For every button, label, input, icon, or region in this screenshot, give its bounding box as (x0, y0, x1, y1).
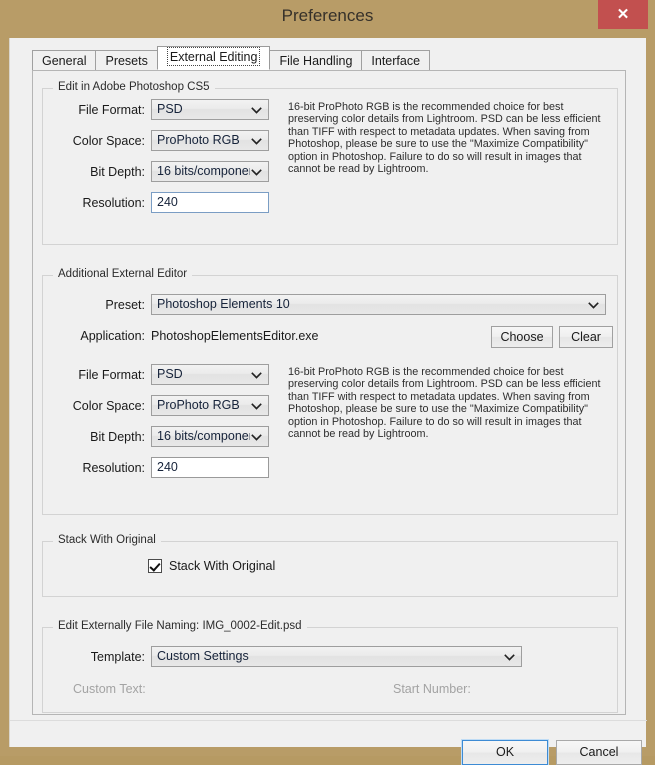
choose-button[interactable]: Choose (491, 326, 553, 348)
primary-bit-depth-value: 16 bits/component (157, 164, 250, 178)
chevron-down-icon (251, 137, 262, 145)
chevron-down-icon (588, 301, 599, 309)
window-titlebar: Preferences ✕ (0, 0, 655, 38)
chevron-down-icon (251, 433, 262, 441)
tab-page-external-editing: Edit in Adobe Photoshop CS5 File Format:… (32, 70, 626, 715)
additional-file-format-value: PSD (157, 367, 183, 381)
window-title: Preferences (281, 6, 374, 25)
start-number-label: Start Number: (393, 682, 471, 696)
tab-external-editing[interactable]: External Editing (156, 46, 271, 70)
primary-resolution-input[interactable]: 240 (151, 192, 269, 213)
additional-color-space-combo[interactable]: ProPhoto RGB (151, 395, 269, 416)
template-value: Custom Settings (157, 649, 249, 663)
primary-color-space-combo[interactable]: ProPhoto RGB (151, 130, 269, 151)
additional-file-format-combo[interactable]: PSD (151, 364, 269, 385)
additional-resolution-input[interactable]: 240 (151, 457, 269, 478)
clear-button[interactable]: Clear (559, 326, 613, 348)
chevron-down-icon (251, 106, 262, 114)
custom-text-label: Custom Text: (73, 682, 146, 696)
additional-preset-combo[interactable]: Photoshop Elements 10 (151, 294, 606, 315)
ok-button[interactable]: OK (461, 739, 549, 765)
additional-resolution-label: Resolution: (82, 461, 145, 475)
cancel-button[interactable]: Cancel (556, 740, 642, 765)
dialog-client-area: General Presets External Editing File Ha… (9, 38, 647, 765)
template-label: Template: (90, 650, 145, 664)
additional-bit-depth-value: 16 bits/component (157, 429, 250, 443)
additional-application-label: Application: (80, 329, 145, 343)
template-combo[interactable]: Custom Settings (151, 646, 522, 667)
additional-preset-label: Preset: (105, 298, 145, 312)
checkmark-icon (148, 559, 162, 573)
tab-general[interactable]: General (32, 50, 97, 71)
additional-application-value: PhotoshopElementsEditor.exe (151, 329, 319, 343)
primary-color-space-label: Color Space: (72, 134, 145, 148)
close-icon[interactable]: ✕ (598, 0, 648, 29)
tab-interface-label: Interface (371, 54, 421, 68)
additional-bit-depth-label: Bit Depth: (90, 430, 145, 444)
group-additional-editor: Additional External Editor Preset: Photo… (42, 268, 618, 515)
tab-presets-label: Presets (105, 54, 148, 68)
primary-color-space-value: ProPhoto RGB (157, 133, 240, 147)
additional-preset-value: Photoshop Elements 10 (157, 297, 290, 311)
group-primary-editor: Edit in Adobe Photoshop CS5 File Format:… (42, 81, 618, 245)
tab-interface[interactable]: Interface (361, 50, 431, 71)
preferences-window: Preferences ✕ General Presets External E… (0, 0, 655, 765)
tab-file-handling[interactable]: File Handling (269, 50, 363, 71)
additional-file-format-label: File Format: (78, 368, 145, 382)
group-stack-title: Stack With Original (53, 534, 161, 546)
tab-strip: General Presets External Editing File Ha… (32, 46, 431, 71)
additional-color-space-label: Color Space: (72, 399, 145, 413)
chevron-down-icon (251, 402, 262, 410)
stack-with-original-checkbox[interactable]: Stack With Original (148, 559, 275, 573)
primary-resolution-label: Resolution: (82, 196, 145, 210)
additional-bit-depth-combo[interactable]: 16 bits/component (151, 426, 269, 447)
additional-color-space-value: ProPhoto RGB (157, 398, 240, 412)
group-additional-editor-title: Additional External Editor (53, 268, 193, 280)
tab-external-editing-label: External Editing (166, 47, 261, 66)
chevron-down-icon (251, 168, 262, 176)
additional-editor-description: 16-bit ProPhoto RGB is the recommended c… (288, 366, 601, 441)
primary-file-format-label: File Format: (78, 103, 145, 117)
primary-bit-depth-label: Bit Depth: (90, 165, 145, 179)
primary-file-format-value: PSD (157, 102, 183, 116)
chevron-down-icon (251, 371, 262, 379)
group-primary-editor-title: Edit in Adobe Photoshop CS5 (53, 81, 215, 93)
stack-with-original-label: Stack With Original (169, 559, 276, 573)
group-stack-with-original: Stack With Original Stack With Original (42, 534, 618, 597)
tab-general-label: General (42, 54, 87, 68)
group-file-naming-title: Edit Externally File Naming: IMG_0002-Ed… (53, 620, 307, 632)
chevron-down-icon (504, 653, 515, 661)
footer-divider (10, 720, 647, 721)
tab-file-handling-label: File Handling (279, 54, 353, 68)
group-file-naming: Edit Externally File Naming: IMG_0002-Ed… (42, 620, 618, 713)
primary-editor-description: 16-bit ProPhoto RGB is the recommended c… (288, 101, 601, 176)
tab-presets[interactable]: Presets (95, 50, 158, 71)
primary-bit-depth-combo[interactable]: 16 bits/component (151, 161, 269, 182)
primary-file-format-combo[interactable]: PSD (151, 99, 269, 120)
